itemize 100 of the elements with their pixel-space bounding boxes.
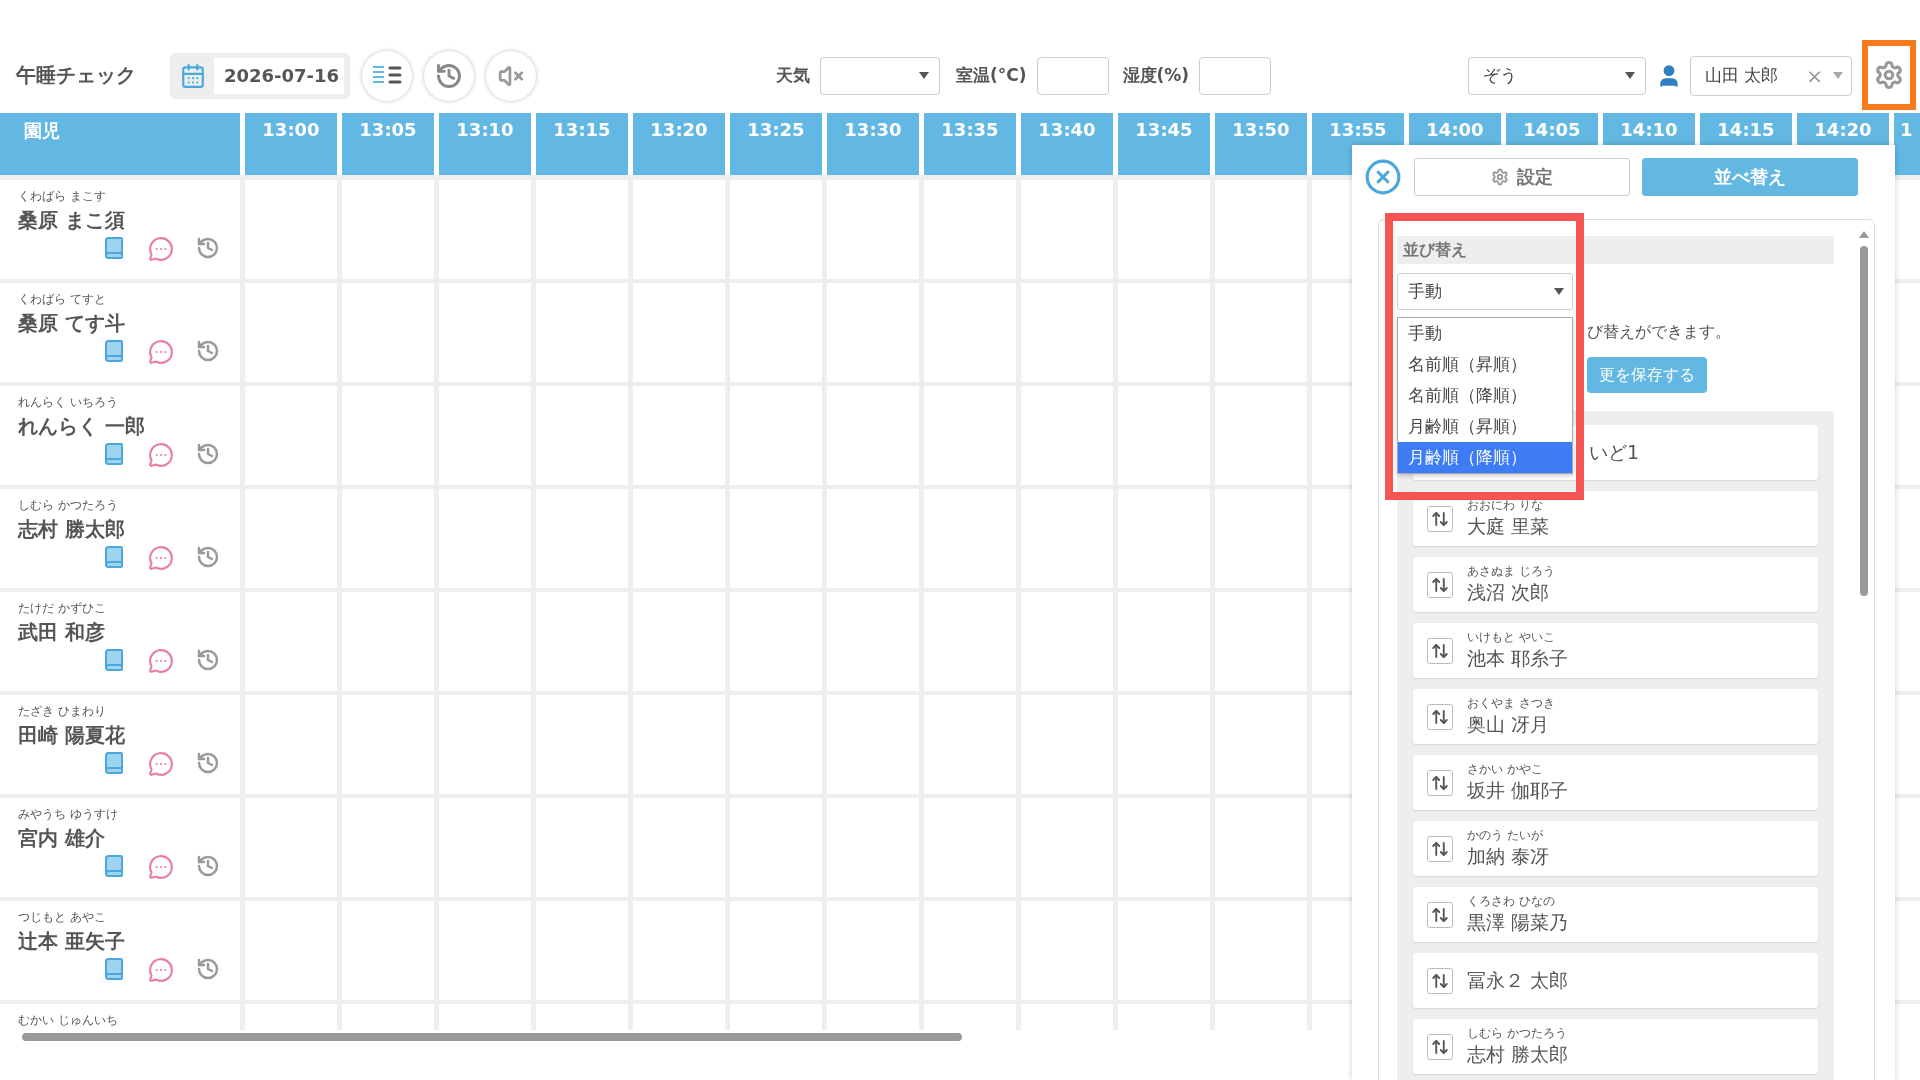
sortable-item[interactable]: いけもと やいこ 池本 耶糸子 [1413,623,1818,678]
child-kana: しむら かつたろう [18,497,119,514]
item-kana: あさぬま じろう [1467,563,1555,580]
history-icon[interactable] [196,957,220,981]
sortable-item[interactable]: 冨永２ 太郎 [1413,953,1818,1008]
caret-icon [1554,288,1564,295]
sortable-item[interactable]: おくやま さつき 奥山 冴月 [1413,689,1818,744]
column-header: 13:10 [439,113,531,175]
history-icon[interactable] [196,854,220,878]
item-kana: いけもと やいこ [1467,629,1556,646]
drag-handle[interactable] [1427,835,1453,862]
book-icon[interactable] [102,957,126,981]
drag-handle[interactable] [1427,505,1453,532]
mute-button[interactable] [486,50,536,101]
child-kana: たざき ひまわり [18,703,107,720]
child-name: れんらく 一郎 [18,413,146,440]
settings-button[interactable] [1874,59,1904,90]
child-kana: くわばら てすと [18,291,107,308]
item-name: 志村 勝太郎 [1467,1042,1569,1067]
child-name: 辻本 亜矢子 [18,928,126,955]
humidity-field[interactable] [1199,56,1272,95]
column-header: 園児 [0,113,240,175]
humidity-label: 湿度(%) [1122,64,1190,87]
weather-select[interactable] [820,56,940,95]
book-icon[interactable] [102,854,126,878]
calendar-icon [180,62,206,89]
history-button[interactable] [424,50,474,101]
column-header: 13:25 [730,113,822,175]
chat-icon[interactable] [148,236,174,262]
book-icon[interactable] [102,442,126,466]
dropdown-option[interactable]: 月齢順（昇順） [1398,411,1572,442]
class-select[interactable]: ぞう [1468,56,1646,95]
history-icon[interactable] [196,442,220,466]
dropdown-option[interactable]: 名前順（降順） [1398,380,1572,411]
chat-icon[interactable] [148,648,174,674]
item-name: 加納 泰冴 [1467,844,1550,869]
book-icon[interactable] [102,545,126,569]
history-icon[interactable] [196,545,220,569]
description-text: び替えができます。 [1587,322,1732,343]
sortable-item[interactable]: あさぬま じろう 浅沼 次郎 [1413,557,1818,612]
temperature-label: 室温(°C) [956,64,1027,87]
drag-handle[interactable] [1427,901,1453,928]
child-kana: むかい じゅんいち [18,1012,119,1029]
item-name: いど1 [1589,439,1640,465]
sortable-item[interactable]: さかい かやこ 坂井 伽耶子 [1413,755,1818,810]
book-icon[interactable] [102,751,126,775]
drag-handle[interactable] [1427,703,1453,730]
child-kana: れんらく いちろう [18,394,119,411]
child-name: 田崎 陽夏花 [18,722,126,749]
item-name: 大庭 里菜 [1467,514,1550,539]
chat-icon[interactable] [148,854,174,880]
drag-handle[interactable] [1427,1033,1453,1060]
sortable-item[interactable]: しむら かつたろう 志村 勝太郎 [1413,1019,1818,1074]
column-header: 13:50 [1215,113,1307,175]
history-icon[interactable] [196,339,220,363]
book-icon[interactable] [102,236,126,260]
close-button[interactable] [1364,158,1402,196]
chat-icon[interactable] [148,545,174,571]
child-kana: たけだ かずひこ [18,600,107,617]
history-icon[interactable] [196,648,220,672]
list-view-button[interactable] [362,50,412,101]
column-header: 13:30 [827,113,919,175]
dropdown-option[interactable]: 手動 [1398,318,1572,349]
panel-tab[interactable]: 設定 [1414,158,1630,196]
column-header: 13:40 [1021,113,1113,175]
history-icon[interactable] [196,751,220,775]
sortable-item[interactable]: くろさわ ひなの 黒澤 陽菜乃 [1413,887,1818,942]
item-kana: おおにわ りな [1467,497,1544,514]
chat-icon[interactable] [148,442,174,468]
drag-handle[interactable] [1427,637,1453,664]
dropdown-option[interactable]: 月齢順（降順） [1398,442,1572,473]
chat-icon[interactable] [148,957,174,983]
temperature-field[interactable] [1036,56,1109,95]
user-select[interactable]: 山田 太郎 × [1690,55,1852,96]
item-kana: しむら かつたろう [1467,1025,1568,1042]
sort-select[interactable]: 手動 [1397,273,1573,310]
chat-icon[interactable] [148,751,174,777]
item-kana: さかい かやこ [1467,761,1544,778]
child-name: 桑原 てす斗 [18,310,126,337]
book-icon[interactable] [102,648,126,672]
drag-handle[interactable] [1427,769,1453,796]
child-name: 桑原 まこ須 [18,207,126,234]
date-picker[interactable]: 2026-07-16 [170,52,350,99]
chat-icon[interactable] [148,339,174,365]
book-icon[interactable] [102,339,126,363]
sortable-item[interactable]: おおにわ りな 大庭 里菜 [1413,491,1818,546]
drag-handle[interactable] [1427,571,1453,598]
column-header: 13:35 [924,113,1016,175]
gear-icon [1491,168,1509,186]
scroll-up-icon[interactable] [1858,229,1870,239]
item-name: 池本 耶糸子 [1467,646,1569,671]
drag-handle[interactable] [1427,967,1453,994]
item-kana: かのう たいが [1467,827,1544,844]
child-kana: くわばら まこす [18,188,107,205]
column-header: 13:05 [342,113,434,175]
dropdown-option[interactable]: 名前順（昇順） [1398,349,1572,380]
sortable-item[interactable]: かのう たいが 加納 泰冴 [1413,821,1818,876]
column-header: 13:20 [633,113,725,175]
history-icon[interactable] [196,236,220,260]
section-title: 並び替え [1397,236,1834,264]
